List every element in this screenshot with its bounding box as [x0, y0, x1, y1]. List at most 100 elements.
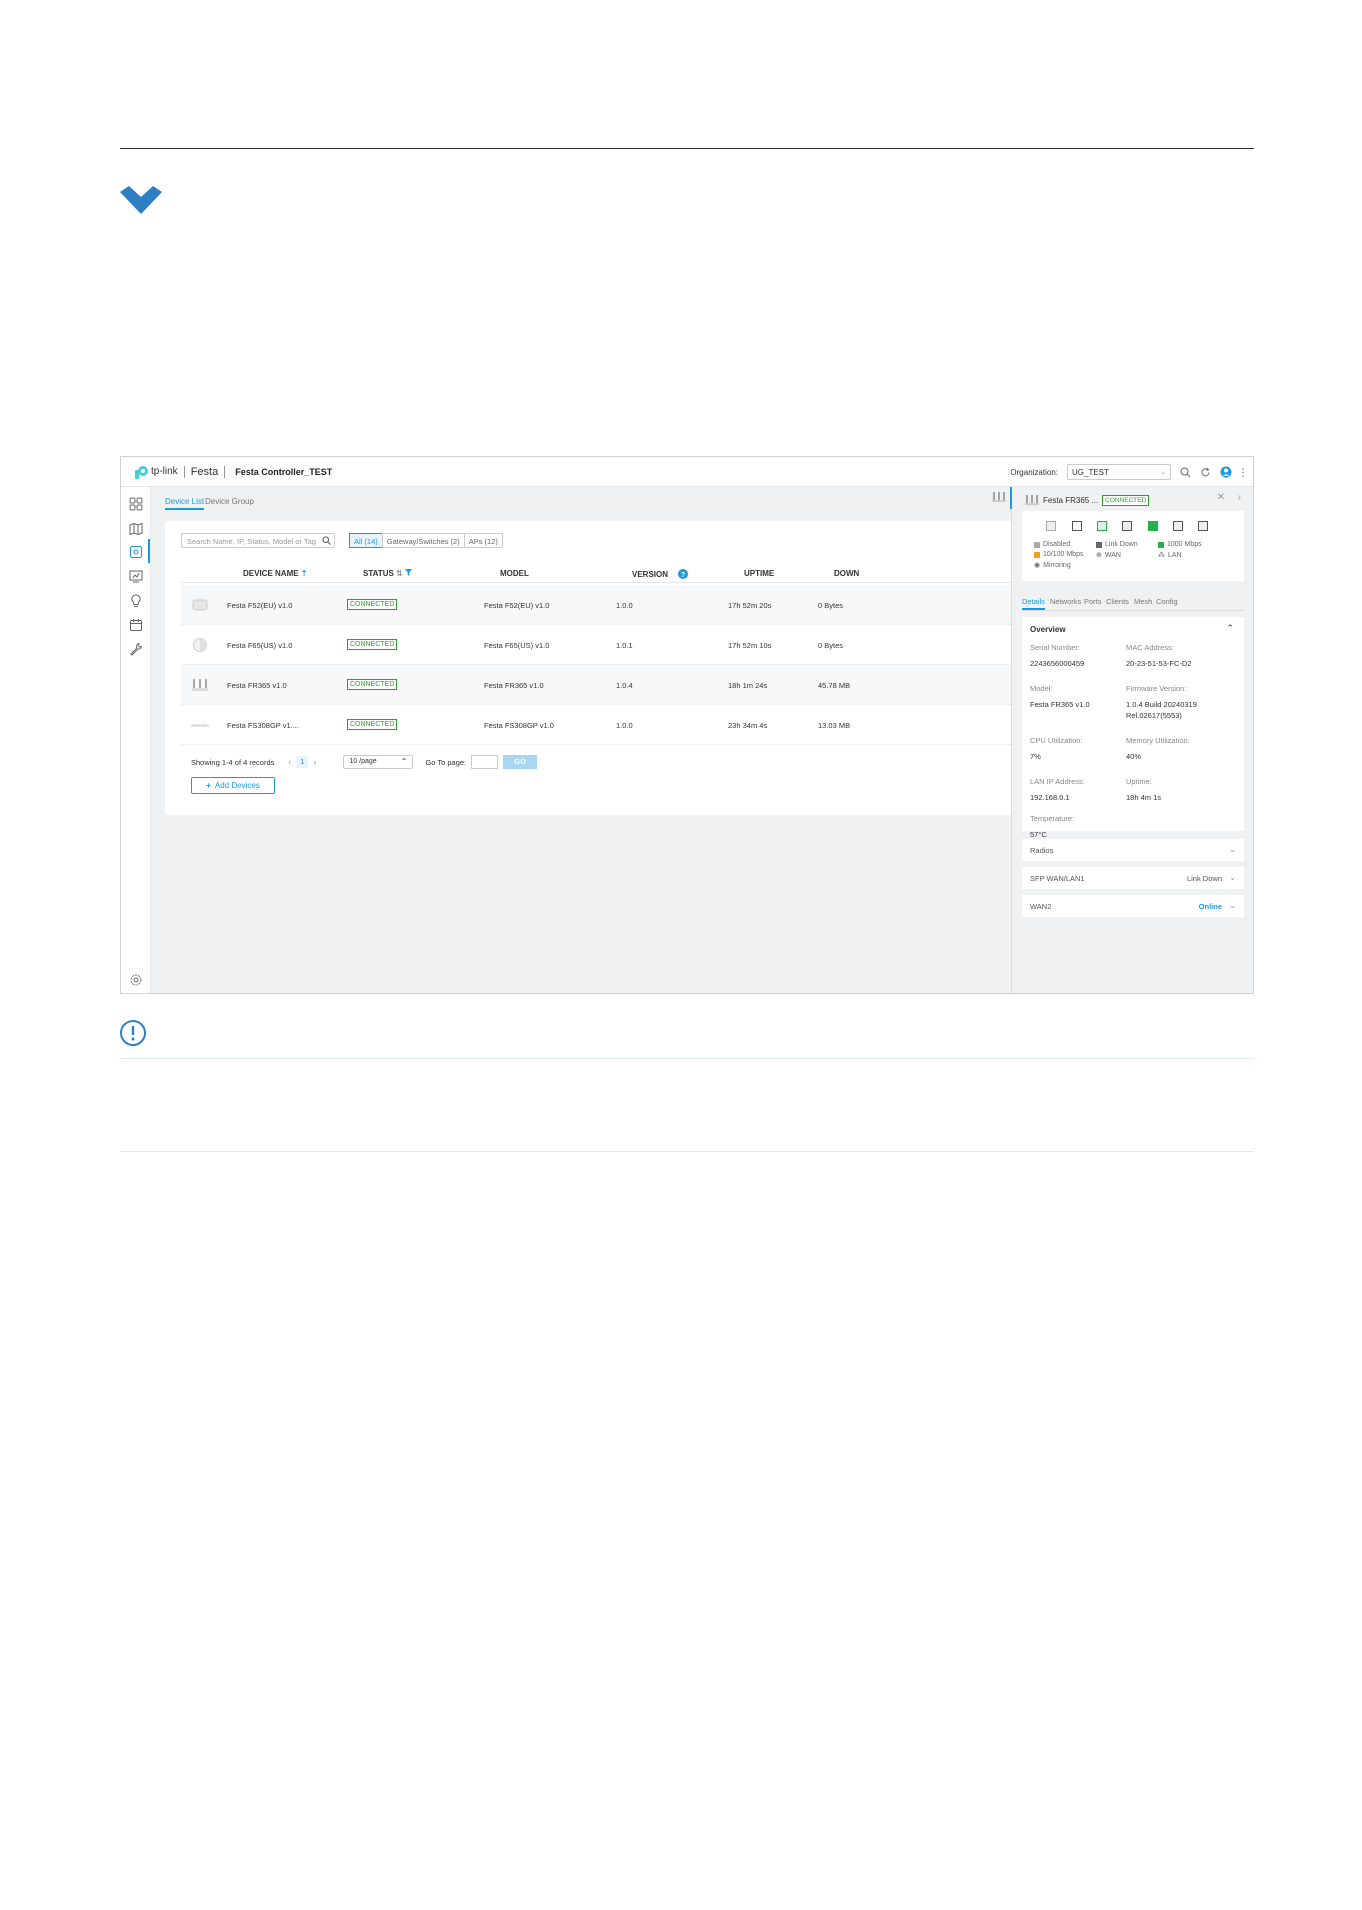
filter-icon[interactable] [404, 569, 412, 576]
lightbulb-icon[interactable] [129, 594, 143, 608]
chevron-double-down-icon[interactable]: ⌄ [1229, 845, 1236, 854]
overview-card: Overview ⌃ Serial Number: 2243656000459 … [1022, 617, 1244, 839]
more-menu-icon[interactable] [1241, 467, 1245, 478]
help-icon[interactable]: ? [678, 569, 689, 579]
next-page-icon[interactable]: › [313, 757, 316, 767]
add-devices-button[interactable]: + Add Devices [191, 777, 275, 794]
filter-all[interactable]: All (14) [349, 533, 383, 548]
search-icon[interactable] [1180, 467, 1191, 478]
filter-gateway-switches[interactable]: Gateway/Switches (2) [381, 533, 465, 548]
insights-icon[interactable] [129, 569, 143, 583]
device-list-panel: Search Name, IP, Status, Model or Tag Al… [165, 521, 1017, 815]
filter-aps[interactable]: APs (12) [463, 533, 503, 548]
radios-section[interactable]: Radios ⌄ [1022, 839, 1244, 861]
device-name[interactable]: Festa F52(EU) v1.0 [227, 601, 292, 610]
device-name[interactable]: Festa FR365 v1.0 [227, 681, 287, 690]
goto-page-input[interactable] [471, 755, 499, 769]
column-version: VERSION ? [632, 569, 689, 579]
chevron-up-icon: ⌃ [400, 757, 408, 766]
device-name[interactable]: Festa F65(US) v1.0 [227, 641, 292, 650]
settings-gear-icon[interactable] [129, 973, 143, 987]
column-status[interactable]: STATUS ⇅ [363, 569, 412, 578]
sort-icon[interactable]: ⇅ [396, 569, 403, 578]
router-icon [992, 492, 1006, 502]
sfp-wan-lan1-section[interactable]: SFP WAN/LAN1 Link Down ⌄ [1022, 867, 1244, 889]
column-uptime: UPTIME [744, 569, 775, 578]
tab-config[interactable]: Config [1156, 597, 1178, 606]
top-bar: tp-link Festa Festa Controller_TEST Orga… [121, 457, 1253, 487]
records-summary: Showing 1-4 of 4 records [191, 757, 275, 767]
chevron-right-icon[interactable]: › [1238, 492, 1241, 503]
memory-utilization-value: 40% [1126, 752, 1142, 761]
legend-10-100-mbps: 10/100 Mbps [1034, 551, 1083, 558]
router-device-icon [192, 679, 208, 691]
tab-networks[interactable]: Networks [1050, 597, 1081, 606]
chevron-double-down-icon[interactable]: ⌄ [1229, 901, 1236, 910]
uptime-label: Uptime: [1126, 777, 1152, 786]
port-icon[interactable] [1097, 521, 1107, 531]
port-icon[interactable] [1173, 521, 1183, 531]
go-button[interactable]: GO [503, 755, 538, 769]
table-row[interactable]: Festa F65(US) v1.0 CONNECTED Festa F65(U… [181, 625, 1017, 665]
port-icon[interactable] [1198, 521, 1208, 531]
column-device-name[interactable]: DEVICE NAME ⇡ [243, 569, 308, 578]
device-type-filter: All (14) Gateway/Switches (2) APs (12) [349, 533, 503, 548]
device-name[interactable]: Festa FS308GP v1.... [227, 721, 299, 730]
calendar-icon[interactable] [129, 618, 143, 632]
status-badge: CONNECTED [347, 639, 398, 650]
chevron-double-up-icon[interactable]: ⌃ [1226, 623, 1234, 634]
port-icon[interactable] [1072, 521, 1082, 531]
tab-clients[interactable]: Clients [1106, 597, 1129, 606]
status-badge: CONNECTED [1102, 494, 1150, 506]
tab-ports[interactable]: Ports [1084, 597, 1102, 606]
section-status: Online [1198, 902, 1222, 911]
device-version: 1.0.0 [616, 721, 633, 730]
device-uptime: 17h 52m 10s [728, 641, 772, 650]
wrench-icon[interactable] [129, 642, 143, 656]
port-icon[interactable] [1046, 521, 1056, 531]
refresh-icon[interactable] [1200, 467, 1211, 478]
drawer-device-name: Festa FR365 ... [1043, 495, 1099, 505]
dashboard-icon[interactable] [129, 497, 143, 511]
tab-device-group[interactable]: Device Group [205, 497, 254, 506]
map-icon[interactable] [129, 522, 143, 536]
legend-mirroring: ◉ Mirroring [1034, 561, 1071, 570]
overview-title: Overview [1030, 625, 1066, 634]
device-version: 1.0.4 [616, 681, 633, 690]
organization-select[interactable]: UG_TEST ⌄ [1067, 464, 1171, 480]
left-navigation [121, 487, 151, 993]
device-uptime: 18h 1m 24s [728, 681, 768, 690]
port-panel: Disabled Link Down 1000 Mbps 10/100 Mbps… [1022, 511, 1244, 581]
plus-icon: + [206, 781, 211, 790]
section-status: Link Down [1186, 874, 1222, 883]
page-size-select[interactable]: 10 /page ⌃ [343, 755, 414, 769]
close-icon[interactable]: ✕ [1217, 492, 1225, 503]
lan-ip-value: 192.168.0.1 [1030, 793, 1070, 802]
prev-page-icon[interactable]: ‹ [288, 757, 291, 767]
page-number[interactable]: 1 [296, 756, 309, 768]
device-model: Festa FS308GP v1.0 [484, 721, 554, 730]
wan2-section[interactable]: WAN2 Online ⌄ [1022, 895, 1244, 917]
chevron-down-icon: ⌄ [1160, 469, 1166, 476]
port-icon[interactable] [1122, 521, 1132, 531]
controller-name: Festa Controller_TEST [235, 466, 333, 477]
tab-details[interactable]: Details [1022, 597, 1045, 610]
tab-mesh[interactable]: Mesh [1134, 597, 1152, 606]
legend-lan: ⁂ LAN [1158, 551, 1182, 560]
port-icon[interactable] [1148, 521, 1158, 531]
tab-device-list[interactable]: Device List [165, 497, 205, 510]
legend-1000-mbps: 1000 Mbps [1158, 541, 1202, 548]
search-icon[interactable] [322, 536, 331, 545]
devices-icon[interactable] [129, 545, 143, 559]
device-model: Festa FR365 v1.0 [484, 681, 544, 690]
user-avatar-icon[interactable] [1220, 466, 1232, 478]
search-input[interactable]: Search Name, IP, Status, Model or Tag [181, 533, 335, 548]
chevron-double-down-icon[interactable]: ⌄ [1229, 873, 1236, 882]
column-down: DOWN [834, 569, 860, 578]
drawer-device-tab[interactable] [985, 487, 1012, 509]
table-row[interactable]: Festa F52(EU) v1.0 CONNECTED Festa F52(E… [181, 585, 1017, 625]
mac-address-value: 20-23-51-53-FC-D2 [1126, 659, 1192, 668]
table-row[interactable]: Festa FR365 v1.0 CONNECTED Festa FR365 v… [181, 665, 1017, 705]
sort-icon[interactable]: ⇡ [301, 569, 308, 578]
table-row[interactable]: Festa FS308GP v1.... CONNECTED Festa FS3… [181, 705, 1017, 745]
